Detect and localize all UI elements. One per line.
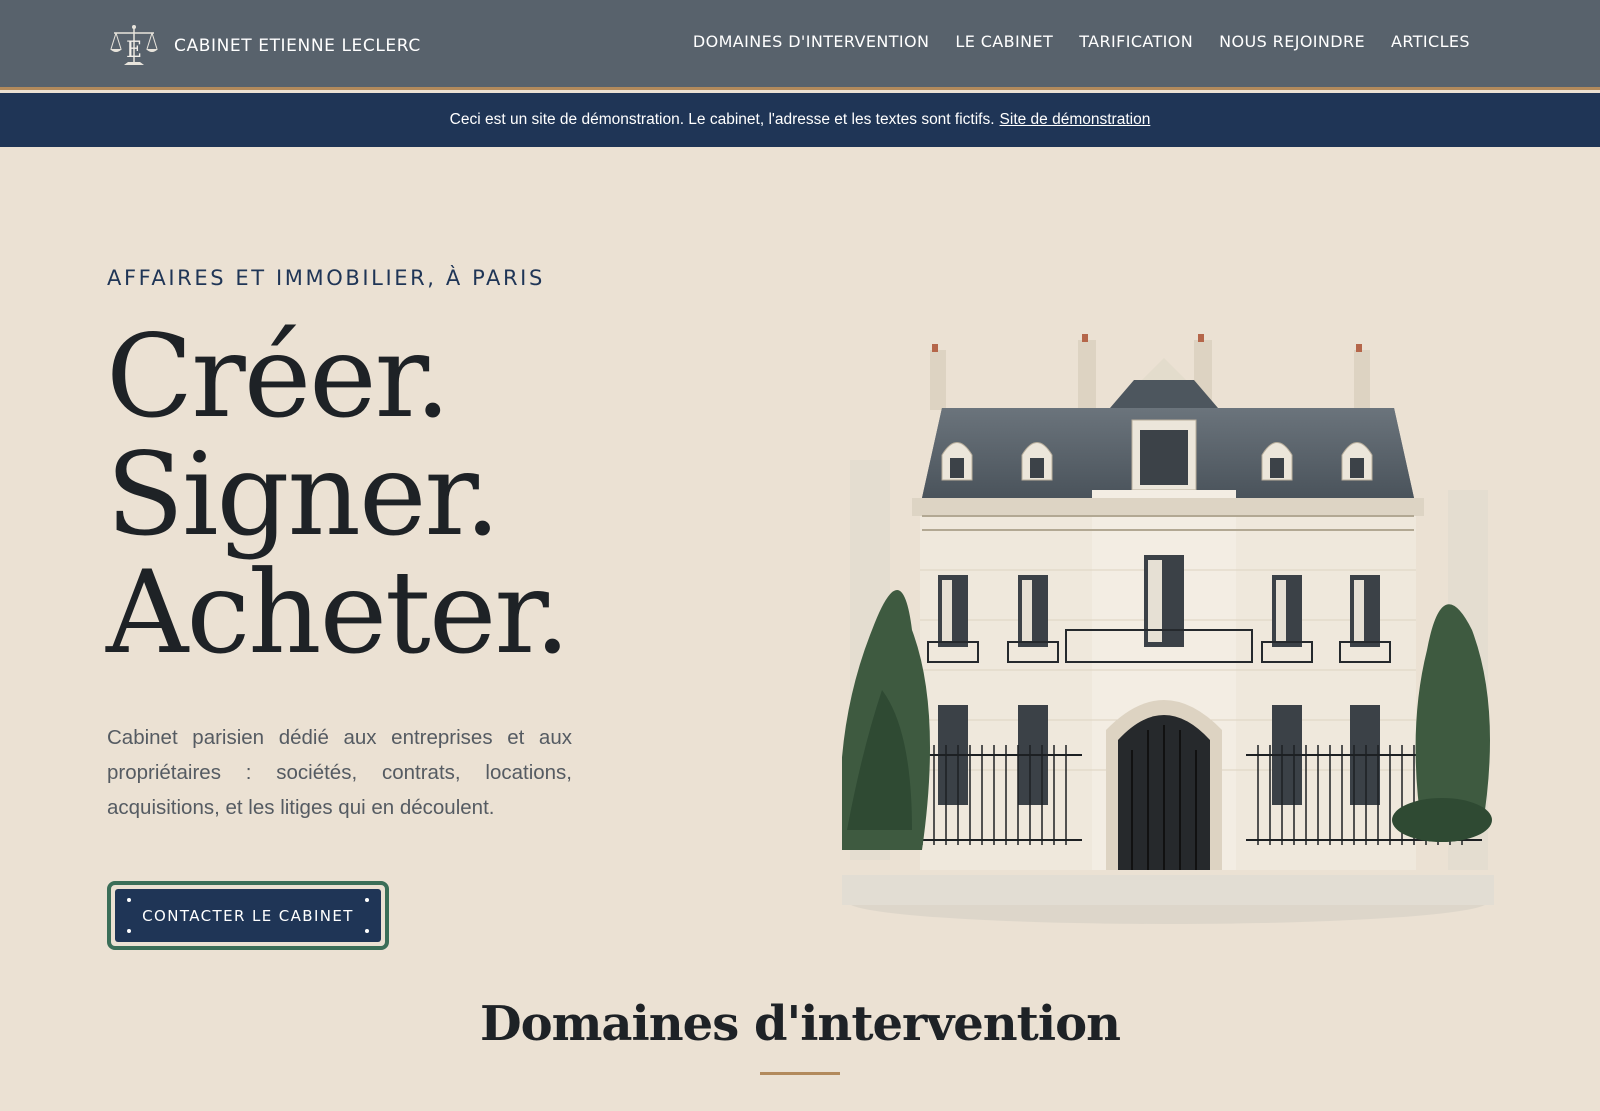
hero-title-line: Créer. [106, 310, 451, 443]
hero-title-line: Acheter. [106, 546, 571, 679]
hero-title: Créer. Signer. Acheter. [106, 310, 571, 679]
hero-eyebrow: AFFAIRES ET IMMOBILIER, À PARIS [107, 266, 545, 290]
hero-description: Cabinet parisien dédié aux entreprises e… [107, 726, 572, 819]
nav-item-tarification[interactable]: TARIFICATION [1079, 32, 1193, 51]
brand-link[interactable]: E CABINET ETIENNE LECLERC [108, 22, 421, 70]
contact-button[interactable]: CONTACTER LE CABINET [115, 889, 381, 942]
demo-banner-text: Ceci est un site de démonstration. Le ca… [449, 111, 995, 128]
brand-name: CABINET ETIENNE LECLERC [174, 36, 421, 56]
section-title: Domaines d'intervention [480, 996, 1121, 1052]
svg-text:E: E [126, 38, 142, 63]
scales-of-justice-icon: E [110, 25, 158, 65]
hotel-particulier-illustration [842, 334, 1494, 924]
decorative-dot [127, 929, 131, 933]
demo-banner: Ceci est un site de démonstration. Le ca… [0, 93, 1600, 147]
site-header: E CABINET ETIENNE LECLERC DOMAINES D'INT… [0, 0, 1600, 90]
cta-frame: CONTACTER LE CABINET [107, 881, 389, 950]
main-nav: DOMAINES D'INTERVENTION LE CABINET TARIF… [693, 32, 1470, 51]
demo-banner-link[interactable]: Site de démonstration [1000, 111, 1151, 129]
nav-item-articles[interactable]: ARTICLES [1391, 32, 1470, 51]
decorative-dot [365, 898, 369, 902]
nav-item-rejoindre[interactable]: NOUS REJOINDRE [1219, 32, 1365, 51]
nav-item-domaines[interactable]: DOMAINES D'INTERVENTION [693, 32, 930, 51]
hero-title-line: Signer. [106, 428, 501, 561]
decorative-dot [365, 929, 369, 933]
contact-button-label: CONTACTER LE CABINET [142, 906, 354, 925]
nav-item-cabinet[interactable]: LE CABINET [955, 32, 1053, 51]
section-divider [760, 1072, 840, 1075]
decorative-dot [127, 898, 131, 902]
